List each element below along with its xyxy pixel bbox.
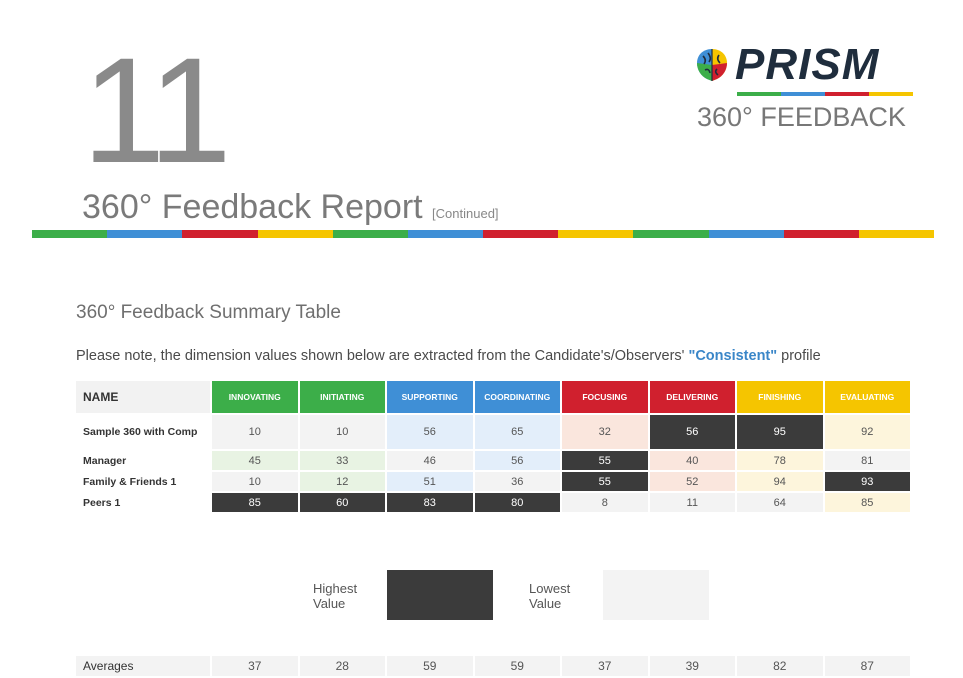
table-cell: 85 — [824, 493, 910, 512]
average-value: 82 — [737, 656, 823, 676]
average-value: 39 — [649, 656, 735, 676]
column-header: FOCUSING — [562, 381, 648, 413]
logo-wordmark: PRISM — [735, 40, 880, 89]
legend-highest-label: Highest Value — [313, 581, 358, 611]
average-value: 37 — [212, 656, 298, 676]
table-cell: 78 — [737, 451, 823, 470]
feedback-summary-table: NAME INNOVATING INITIATING SUPPORTING CO… — [74, 379, 912, 514]
summary-table-title: 360° Feedback Summary Table — [76, 302, 341, 323]
table-cell: 56 — [474, 451, 560, 470]
note-highlight: "Consistent" — [688, 348, 778, 364]
table-row: Sample 360 with Comp 10 10 56 65 32 56 95 92 — [76, 415, 910, 449]
table-cell: 36 — [474, 472, 560, 491]
name-column-header: NAME — [76, 381, 210, 413]
table-cell: 56 — [387, 415, 473, 449]
brain-icon — [697, 49, 727, 81]
table-header-row: NAME INNOVATING INITIATING SUPPORTING CO… — [76, 381, 910, 413]
table-cell: 56 — [649, 415, 735, 449]
average-value: 87 — [824, 656, 910, 676]
table-cell: 94 — [737, 472, 823, 491]
column-header: EVALUATING — [824, 381, 910, 413]
table-cell: 60 — [299, 493, 385, 512]
table-cell: 81 — [824, 451, 910, 470]
table-cell: 10 — [299, 415, 385, 449]
color-stripe-divider — [32, 230, 935, 238]
average-value: 59 — [387, 656, 473, 676]
report-title: 360° Feedback Report [Continued] — [82, 188, 499, 227]
table-cell: 95 — [737, 415, 823, 449]
row-name: Manager — [76, 451, 210, 470]
column-header: INNOVATING — [212, 381, 298, 413]
column-header: COORDINATING — [474, 381, 560, 413]
column-header: SUPPORTING — [387, 381, 473, 413]
table-row: Family & Friends 1 10 12 51 36 55 52 94 93 — [76, 472, 910, 491]
table-row: Manager 45 33 46 56 55 40 78 81 — [76, 451, 910, 470]
table-cell: 55 — [562, 472, 648, 491]
table-cell: 93 — [824, 472, 910, 491]
legend-highest-swatch — [387, 570, 493, 620]
table-cell: 10 — [212, 415, 298, 449]
average-value: 59 — [474, 656, 560, 676]
table-cell: 45 — [212, 451, 298, 470]
profile-note: Please note, the dimension values shown … — [76, 348, 821, 364]
report-title-text: 360° Feedback Report — [82, 188, 423, 226]
column-header: FINISHING — [737, 381, 823, 413]
table-cell: 65 — [474, 415, 560, 449]
table-cell: 32 — [562, 415, 648, 449]
column-header: DELIVERING — [649, 381, 735, 413]
table-cell: 10 — [212, 472, 298, 491]
average-value: 37 — [562, 656, 648, 676]
table-cell: 85 — [212, 493, 298, 512]
row-name: Sample 360 with Comp — [76, 415, 210, 449]
table-cell: 80 — [474, 493, 560, 512]
table-cell: 52 — [649, 472, 735, 491]
note-text: Please note, the dimension values shown … — [76, 348, 689, 364]
table-cell: 12 — [299, 472, 385, 491]
averages-row: Averages 37 28 59 59 37 39 82 87 — [76, 656, 910, 676]
page-number: 11 — [82, 26, 232, 194]
table-cell: 33 — [299, 451, 385, 470]
averages-table: Averages 37 28 59 59 37 39 82 87 — [74, 654, 912, 678]
table-cell: 11 — [649, 493, 735, 512]
table-cell: 51 — [387, 472, 473, 491]
note-suffix: profile — [777, 348, 821, 364]
prism-logo: PRISM 360° FEEDBACK — [693, 40, 918, 140]
table-row: Peers 1 85 60 83 80 8 11 64 85 — [76, 493, 910, 512]
logo-subtitle: 360° FEEDBACK — [697, 102, 906, 132]
row-name: Peers 1 — [76, 493, 210, 512]
table-cell: 92 — [824, 415, 910, 449]
table-cell: 83 — [387, 493, 473, 512]
legend-lowest-swatch — [603, 570, 709, 620]
continued-label: [Continued] — [432, 206, 499, 221]
table-cell: 40 — [649, 451, 735, 470]
averages-label: Averages — [76, 656, 210, 676]
table-cell: 46 — [387, 451, 473, 470]
table-cell: 55 — [562, 451, 648, 470]
table-cell: 64 — [737, 493, 823, 512]
row-name: Family & Friends 1 — [76, 472, 210, 491]
logo-color-bar — [737, 92, 913, 96]
average-value: 28 — [299, 656, 385, 676]
legend-lowest-label: Lowest Value — [529, 581, 571, 611]
column-header: INITIATING — [299, 381, 385, 413]
table-cell: 8 — [562, 493, 648, 512]
